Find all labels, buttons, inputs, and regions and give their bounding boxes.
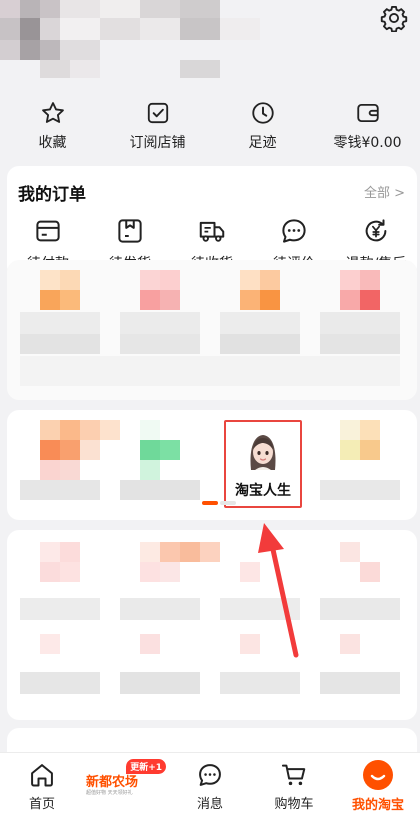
home-icon [31, 764, 53, 787]
tab-label: 消息 [196, 797, 223, 812]
quick-access-bar: 收藏 订阅店铺 足迹 零钱¥0.00 [0, 96, 420, 160]
annotation-arrow [258, 523, 299, 658]
quick-item-label: 足迹 [248, 135, 277, 151]
tab-label: 首页 [28, 797, 55, 812]
checkbox-icon [147, 102, 168, 124]
wallet-icon [356, 103, 379, 123]
promo-subtitle: 超值好物 天天领好礼 [86, 790, 133, 796]
avatar-girl-icon [250, 435, 276, 470]
box-icon [118, 219, 142, 243]
orders-title: 我的订单 [18, 185, 86, 205]
page-indicator [202, 501, 236, 505]
quick-item-wallet[interactable]: 零钱¥0.00 [315, 96, 420, 160]
quick-item-subscribed-shops[interactable]: 订阅店铺 [105, 96, 210, 160]
tab-promo[interactable]: 更新+1 新都农场 超值好物 天天领好礼 [84, 753, 168, 822]
quick-item-label: 零钱¥0.00 [333, 135, 402, 151]
recommend-card-blurred[interactable] [7, 260, 417, 400]
message-icon [199, 764, 221, 786]
quick-item-label: 订阅店铺 [129, 135, 186, 151]
chat-bubble-icon [282, 219, 306, 243]
tab-label: 购物车 [274, 797, 314, 812]
cart-icon [281, 764, 306, 786]
truck-icon [199, 221, 225, 242]
tab-messages[interactable]: 消息 [168, 753, 252, 822]
refund-icon [365, 219, 387, 242]
profile-header[interactable] [0, 0, 420, 92]
tab-my-taobao[interactable]: 我的淘宝 [336, 753, 420, 822]
tab-home[interactable]: 首页 [0, 753, 84, 822]
quick-item-favorites[interactable]: 收藏 [0, 96, 105, 160]
orders-all-link[interactable]: 全部 > [364, 182, 405, 201]
promo-banner: 更新+1 新都农场 超值好物 天天领好礼 [86, 759, 166, 799]
tab-cart[interactable]: 购物车 [252, 753, 336, 822]
product-feed-card-blurred[interactable] [7, 530, 417, 720]
promo-title: 新都农场 [86, 775, 139, 790]
tab-label: 我的淘宝 [351, 798, 404, 813]
gear-icon[interactable] [380, 4, 408, 32]
taobao-face-icon [363, 760, 393, 790]
clock-icon [251, 102, 274, 124]
quick-item-footprint[interactable]: 足迹 [210, 96, 315, 160]
taobao-life-entry[interactable]: 淘宝人生 [224, 420, 302, 508]
star-icon [41, 102, 64, 123]
bottom-tab-bar: 首页 更新+1 新都农场 超值好物 天天领好礼 消息 购物车 我的淘宝 [0, 752, 420, 822]
quick-item-label: 收藏 [38, 135, 67, 151]
card-icon [36, 220, 60, 242]
taobao-life-label: 淘宝人生 [235, 483, 291, 499]
